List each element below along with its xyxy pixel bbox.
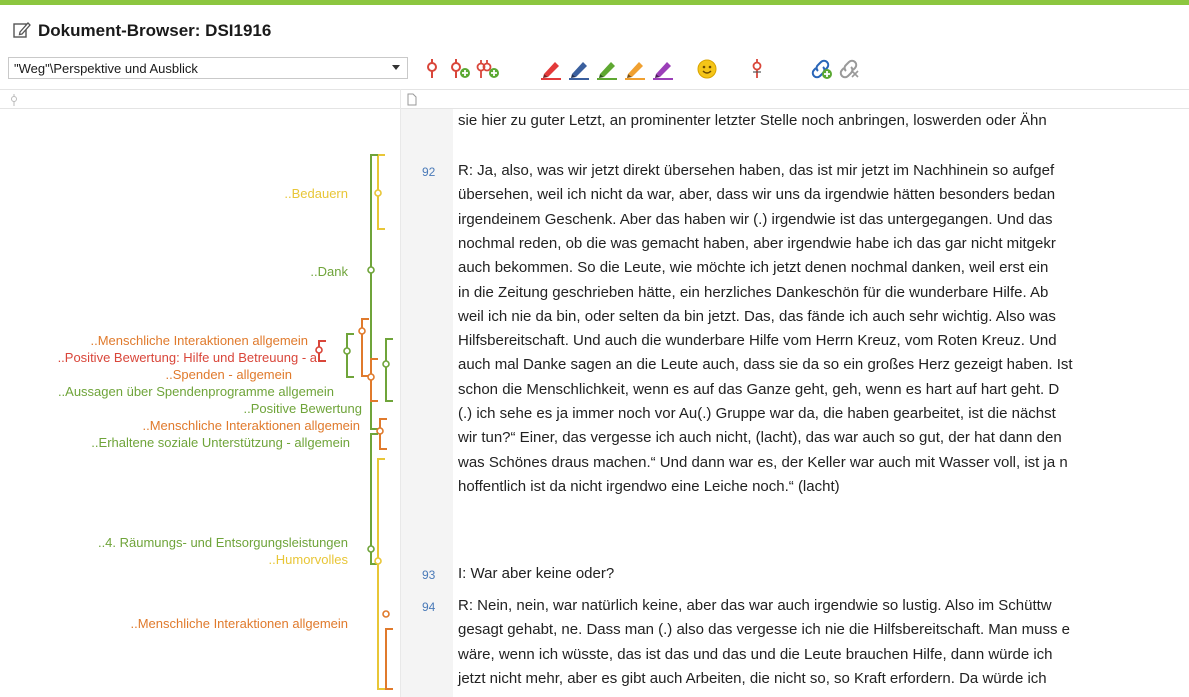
link-add-icon[interactable] bbox=[808, 57, 834, 81]
code-label[interactable]: ..Menschliche Interaktionen allgemein bbox=[142, 418, 360, 433]
chevron-down-icon[interactable] bbox=[392, 65, 400, 70]
code-stripe-interaktionen-3[interactable] bbox=[382, 610, 393, 690]
document-line: nochmal reden, ob die was gemacht haben,… bbox=[458, 234, 1056, 252]
code-label[interactable]: ..Positive Bewertung bbox=[243, 401, 362, 416]
window-title: Dokument-Browser: DSI1916 bbox=[38, 21, 272, 40]
document-line: Hilfsbereitschaft. Und auch die wunderba… bbox=[458, 332, 1057, 350]
code-label[interactable]: ..Erhaltene soziale Unterstützung - allg… bbox=[91, 435, 350, 450]
document-line: R: Nein, nein, war natürlich keine, aber… bbox=[458, 597, 1052, 614]
code-label[interactable]: ..Bedauern bbox=[284, 186, 348, 201]
paragraph-number[interactable]: 94 bbox=[422, 600, 444, 614]
document-line: in die Zeitung geschrieben hätte, ein he… bbox=[458, 283, 1049, 301]
document-line: I: War aber keine oder? bbox=[458, 565, 615, 582]
highlighter-purple-icon[interactable] bbox=[650, 57, 676, 81]
add-code-multiple-icon[interactable] bbox=[475, 57, 501, 81]
document-line: sie hier zu guter Letzt, an prominenter … bbox=[458, 112, 1047, 129]
document-line: weil ich nie da bin, oder selten da bin … bbox=[458, 307, 1056, 325]
code-label[interactable]: ..4. Räumungs- und Entsorgungsleistungen bbox=[98, 535, 348, 550]
code-selector-dropdown[interactable]: "Weg"\Perspektive und Ausblick bbox=[8, 57, 408, 79]
code-stripe-bedauern[interactable] bbox=[374, 154, 385, 230]
code-column-icon bbox=[11, 94, 17, 106]
code-label[interactable]: ..Dank bbox=[310, 264, 348, 279]
code-stripe-interaktionen-2[interactable] bbox=[376, 418, 387, 450]
edit-document-icon bbox=[13, 21, 31, 44]
code-label[interactable]: ..Spenden - allgemein bbox=[166, 367, 292, 382]
code-icon[interactable] bbox=[419, 57, 445, 81]
remove-code-icon[interactable] bbox=[744, 57, 770, 81]
highlighter-orange-icon[interactable] bbox=[622, 57, 648, 81]
code-selector-value: "Weg"\Perspektive und Ausblick bbox=[14, 61, 198, 76]
code-label[interactable]: ..Menschliche Interaktionen allgemein bbox=[90, 333, 308, 348]
document-line: gesagt gehabt, ne. Dass man (.) also das… bbox=[458, 621, 1070, 639]
code-stripe-interaktionen[interactable] bbox=[358, 318, 369, 377]
document-line: wir tun?“ Einer, das vergesse ich auch n… bbox=[458, 429, 1062, 447]
code-label[interactable]: ..Aussagen über Spendenprogramme allgeme… bbox=[58, 384, 334, 399]
document-line: R: Ja, also, was wir jetzt direkt überse… bbox=[458, 162, 1055, 179]
code-stripe-aussagen[interactable] bbox=[343, 333, 354, 378]
code-stripe-spenden[interactable] bbox=[367, 358, 378, 402]
paragraph-number[interactable]: 92 bbox=[422, 165, 444, 179]
title-bar: Dokument-Browser: DSI1916 bbox=[0, 5, 1189, 47]
document-line: auch bekommen. So die Leute, wie möchte … bbox=[458, 259, 1049, 277]
highlighter-red-icon[interactable] bbox=[538, 57, 564, 81]
code-stripe-humorvolles[interactable] bbox=[374, 458, 385, 690]
document-line: übersehen, weil ich nicht da war, aber, … bbox=[458, 186, 1056, 204]
emoticon-icon[interactable] bbox=[694, 57, 720, 81]
code-stripe-positive-bewertung[interactable] bbox=[382, 338, 393, 402]
column-header-row bbox=[0, 89, 1189, 109]
code-stripe-erhaltene-unterstuetzung[interactable] bbox=[367, 433, 378, 565]
highlighter-green-icon[interactable] bbox=[594, 57, 620, 81]
document-line: was Schönes draus machen.“ Und dann war … bbox=[458, 453, 1068, 471]
code-stripe-positive-bewertung-hilfe[interactable] bbox=[315, 340, 326, 362]
link-remove-icon[interactable] bbox=[836, 57, 862, 81]
code-label[interactable]: ..Menschliche Interaktionen allgemein bbox=[130, 616, 348, 631]
document-line: auch mal Danke sagen an die Leute auch, … bbox=[458, 356, 1073, 374]
document-line: wäre, wenn ich wüsste, das ist das und d… bbox=[458, 645, 1053, 663]
document-line: (.) ich sehe es ja immer noch vor Au(.) … bbox=[458, 405, 1056, 422]
code-label[interactable]: ..Positive Bewertung: Hilfe und Betreuun… bbox=[58, 350, 317, 365]
document-line: jetzt nicht mehr, aber es gibt auch Arbe… bbox=[458, 669, 1047, 687]
document-column-icon bbox=[407, 93, 417, 106]
add-code-icon[interactable] bbox=[447, 57, 473, 81]
code-label[interactable]: ..Humorvolles bbox=[269, 552, 348, 567]
highlighter-blue-icon[interactable] bbox=[566, 57, 592, 81]
paragraph-number[interactable]: 93 bbox=[422, 568, 444, 582]
document-line: irgendeinem Geschenk. Aber das haben wir… bbox=[458, 210, 1053, 228]
document-line: schon die Menschlichkeit, wenn es auf da… bbox=[458, 380, 1060, 398]
document-line: hoffentlich ist da nicht irgendwo eine L… bbox=[458, 477, 840, 495]
